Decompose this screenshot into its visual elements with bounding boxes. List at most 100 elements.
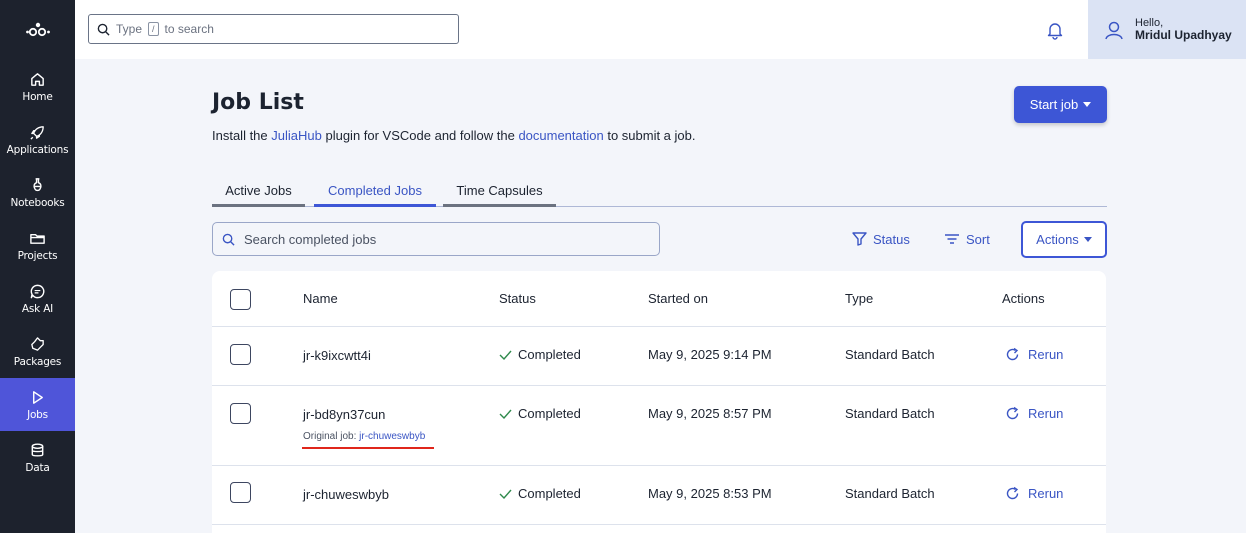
start-job-button[interactable]: Start job [1014,86,1107,123]
intro-text-part: to submit a job. [603,128,696,143]
sidebar-item-notebooks[interactable]: Notebooks [0,166,75,219]
intro-text: Install the JuliaHub plugin for VSCode a… [212,128,696,143]
search-hint-suffix: to search [164,22,214,36]
start-job-label: Start job [1029,97,1079,112]
completed-jobs-table: Name Status Started on Type Actions jr-k… [212,271,1106,533]
rocket-icon [30,125,44,140]
rerun-label: Rerun [1028,406,1064,421]
user-avatar-icon [1105,21,1123,39]
rerun-label: Rerun [1028,347,1064,362]
sidebar-item-applications[interactable]: Applications [0,113,75,166]
sidebar-item-label: Jobs [27,408,48,421]
sort-icon [945,234,959,244]
original-job-note: Original job: jr-chuweswbyb [303,431,425,442]
sidebar-item-label: Notebooks [10,196,65,209]
column-header-started-on[interactable]: Started on [648,291,708,306]
search-icon [97,23,110,36]
intro-text-part: Install the [212,128,272,143]
status-label: Completed [518,347,581,362]
database-icon [31,442,44,457]
job-status: Completed [499,347,581,362]
package-icon [31,336,44,351]
table-header-row: Name Status Started on Type Actions [212,271,1106,327]
check-icon [499,409,512,419]
intro-text-part: plugin for VSCode and follow the [321,128,519,143]
original-job-link[interactable]: jr-chuweswbyb [359,431,425,442]
filter-icon [852,232,867,246]
sidebar-item-home[interactable]: Home [0,60,75,113]
rerun-label: Rerun [1028,486,1064,501]
rerun-icon [1006,347,1019,361]
job-status: Completed [499,406,581,421]
juliahub-logo[interactable] [0,0,75,60]
rerun-button[interactable]: Rerun [1005,486,1063,501]
tab-time-capsules[interactable]: Time Capsules [443,177,556,207]
documentation-link[interactable]: documentation [518,128,603,143]
row-checkbox[interactable] [230,403,251,424]
global-search-input[interactable]: Type / to search [88,14,459,44]
column-header-type[interactable]: Type [845,291,873,306]
sidebar-item-projects[interactable]: Projects [0,219,75,272]
job-name[interactable]: jr-chuweswbyb [303,487,389,502]
column-header-name[interactable]: Name [303,291,338,306]
rerun-button[interactable]: Rerun [1005,406,1063,421]
job-started-on: May 9, 2025 9:14 PM [648,347,772,362]
juliahub-link[interactable]: JuliaHub [271,128,322,143]
chat-icon [30,284,45,298]
caret-down-icon [1083,102,1092,107]
column-header-status[interactable]: Status [499,291,536,306]
sidebar-item-label: Applications [6,143,69,156]
status-label: Completed [518,486,581,501]
job-status: Completed [499,486,581,501]
job-type: Standard Batch [845,486,935,501]
bell-icon[interactable] [1045,20,1065,40]
job-tabs: Active Jobs Completed Jobs Time Capsules [212,177,1107,207]
play-icon [33,390,43,404]
sidebar-item-label: Home [22,90,53,103]
page-title: Job List [212,90,304,115]
sort-button[interactable]: Sort [944,229,990,249]
row-checkbox[interactable] [230,344,251,365]
check-icon [499,350,512,360]
sidebar-item-packages[interactable]: Packages [0,325,75,378]
actions-label: Actions [1036,232,1079,247]
actions-dropdown-button[interactable]: Actions [1021,221,1107,258]
user-menu[interactable]: Hello, Mridul Upadhyay [1088,0,1246,59]
status-filter-label: Status [873,231,910,247]
job-name[interactable]: jr-k9ixcwtt4i [303,348,371,363]
rerun-button[interactable]: Rerun [1005,347,1063,362]
tab-active-jobs[interactable]: Active Jobs [212,177,305,207]
status-label: Completed [518,406,581,421]
job-started-on: May 9, 2025 8:53 PM [648,486,772,501]
job-started-on: May 9, 2025 8:57 PM [648,406,772,421]
tab-completed-jobs[interactable]: Completed Jobs [314,177,436,207]
table-row: jr-k9ixcwtt4i Completed May 9, 2025 9:14… [212,327,1106,386]
row-checkbox[interactable] [230,482,251,503]
column-header-actions: Actions [1002,291,1045,306]
job-type: Standard Batch [845,347,935,362]
status-filter-button[interactable]: Status [852,229,910,249]
original-job-label: Original job: [303,431,360,442]
sidebar: Home Applications Notebooks Projects Ask… [0,0,75,533]
search-completed-jobs-input[interactable] [244,231,644,247]
folder-icon [30,233,45,244]
sidebar-item-jobs[interactable]: Jobs [0,378,75,431]
table-row: jr-bd8yn37cun Original job: jr-chuweswby… [212,386,1106,466]
select-all-checkbox[interactable] [230,289,251,310]
sidebar-item-label: Packages [13,355,62,368]
search-hint-prefix: Type [116,22,143,36]
search-shortcut-key: / [148,22,159,36]
flask-icon [33,177,42,191]
job-name[interactable]: jr-bd8yn37cun [303,407,385,422]
caret-down-icon [1083,237,1092,242]
rerun-icon [1006,406,1019,420]
sidebar-item-data[interactable]: Data [0,431,75,484]
top-header: Type / to search Hello, Mridul Upadhyay [75,0,1246,59]
rerun-icon [1006,486,1019,500]
job-type: Standard Batch [845,406,935,421]
sidebar-item-ask-ai[interactable]: Ask AI [0,272,75,325]
search-completed-jobs [212,222,660,256]
search-icon [222,233,235,246]
sidebar-item-label: Projects [17,249,58,262]
user-name: Mridul Upadhyay [1135,28,1232,42]
